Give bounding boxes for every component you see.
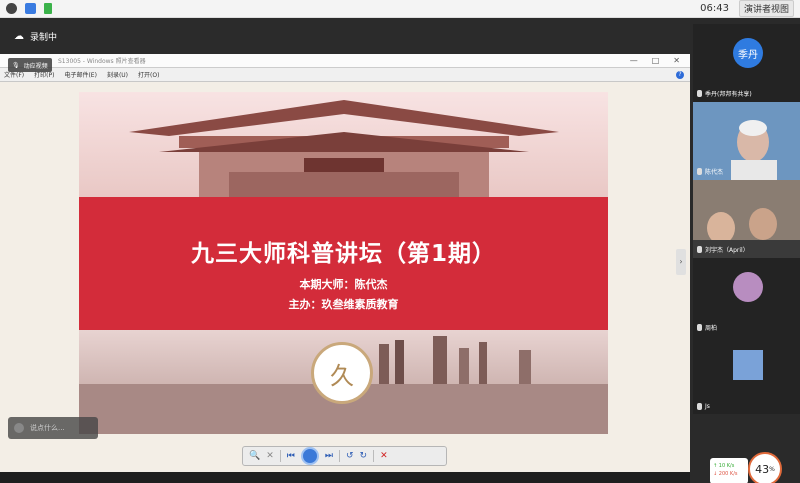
slide-host-line: 主办：玖叁维素质教育: [288, 298, 399, 311]
participant-name-tag: 周柏: [697, 323, 717, 332]
participant-tile[interactable]: 陈代杰: [693, 102, 800, 180]
participant-name: 刘宇杰（April）: [705, 247, 749, 254]
system-status-right: 06:43 演讲者视图: [700, 0, 794, 17]
photo-viewer-window: S13005 - Windows 照片查看器 — □ ✕ 文件(F) 打印(P)…: [0, 54, 690, 472]
slide-speaker-line: 本期大师：陈代杰: [299, 278, 388, 291]
menu-open[interactable]: 打开(O): [138, 70, 159, 79]
collapse-panel-handle[interactable]: ›: [676, 249, 686, 275]
participant-name-tag: 陈代杰: [697, 167, 723, 176]
help-icon[interactable]: ?: [676, 70, 684, 79]
presenter-pill-label: 动应视频: [23, 62, 48, 70]
maximize-icon[interactable]: □: [652, 56, 660, 65]
mic-icon: [697, 90, 702, 97]
next-icon[interactable]: ⏭: [325, 451, 333, 461]
participant-name: 季丹(邦邦有共享): [705, 91, 752, 98]
network-speed: ↑ 10 K/s ↓ 200 K/s: [710, 458, 748, 483]
chat-placeholder: 说点什么...: [30, 424, 65, 432]
mic-icon: [697, 403, 702, 410]
chat-avatar-icon: [14, 423, 24, 433]
rotate-left-icon[interactable]: ↺: [346, 451, 354, 461]
toolbar-separator-3: [373, 450, 375, 462]
participant-name: 陈代杰: [705, 169, 724, 176]
mic-icon: [697, 168, 702, 175]
download-speed: ↓ 200 K/s: [713, 471, 738, 477]
cloud-icon: ☁: [14, 30, 24, 42]
organization-logo: 久: [311, 342, 373, 404]
participants-panel: 季丹 季丹(邦邦有共享) 陈代杰 刘宇杰（April） 周柏 Js ↑ 10 K…: [690, 18, 800, 483]
recording-status: 录制中: [30, 32, 58, 43]
bottom-strip: [0, 472, 690, 483]
cpu-usage-ring: 43%: [748, 452, 782, 483]
participant-tile[interactable]: 周柏: [693, 258, 800, 336]
participant-name-tag: Js: [697, 403, 710, 410]
window-controls: — □ ✕: [630, 56, 690, 65]
fit-window-icon[interactable]: ✕: [266, 451, 274, 461]
toolbar-separator-2: [338, 450, 340, 462]
chat-input[interactable]: 说点什么...: [8, 417, 98, 439]
recording-bar: ☁ 录制中: [0, 18, 690, 54]
delete-icon[interactable]: ✕: [380, 451, 388, 461]
usage-unit: %: [769, 465, 775, 473]
mic-icon: [697, 246, 702, 253]
previous-icon[interactable]: ⏮: [287, 451, 295, 461]
menu-burn[interactable]: 刻录(U): [107, 70, 128, 79]
app-logo-icon: [6, 3, 17, 14]
participant-name: 周柏: [705, 325, 718, 332]
window-title-bar: S13005 - Windows 照片查看器 — □ ✕: [0, 54, 690, 68]
view-mode-chip[interactable]: 演讲者视图: [738, 0, 794, 17]
participant-name-tag: 季丹(邦邦有共享): [697, 89, 752, 98]
minimize-icon[interactable]: —: [630, 56, 638, 65]
participant-tile[interactable]: 刘宇杰（April）: [693, 180, 800, 258]
participant-tile[interactable]: Js: [693, 336, 800, 414]
signal-icon: [44, 3, 52, 14]
participant-name: Js: [705, 403, 710, 410]
toolbar-separator: [279, 450, 281, 462]
menu-email[interactable]: 电子邮件(E): [64, 70, 96, 79]
slideshow-button[interactable]: [300, 447, 319, 465]
microphone-icon: 🎙: [12, 61, 20, 69]
system-status-bar: 06:43 演讲者视图: [0, 0, 800, 18]
avatar: [733, 272, 763, 302]
usage-percent: 43: [755, 462, 770, 476]
rotate-right-icon[interactable]: ↻: [360, 451, 368, 461]
avatar: [733, 350, 763, 380]
slide-title: 九三大师科普讲坛（第1期）: [190, 241, 496, 267]
clock: 06:43: [700, 3, 729, 14]
window-menu-bar: 文件(F) 打印(P) 电子邮件(E) 刻录(U) 打开(O) ?: [0, 68, 690, 82]
window-title: S13005 - Windows 照片查看器: [58, 58, 146, 65]
gate-tower-illustration: [129, 100, 559, 197]
slide: 九三大师科普讲坛（第1期） 本期大师：陈代杰 主办：玖叁维素质教育 久: [79, 92, 608, 434]
screen: 06:43 演讲者视图 ☁ 录制中 S13005 - Windows 照片查看器…: [0, 0, 800, 483]
viewer-toolbar: 🔍 ✕ ⏮ ⏭ ↺ ↻ ✕: [242, 446, 447, 466]
upload-speed: ↑ 10 K/s: [713, 463, 735, 469]
avatar: 季丹: [733, 38, 763, 68]
shield-icon: [25, 3, 36, 14]
slide-building-image: [79, 92, 608, 197]
presenter-pill[interactable]: 🎙 动应视频: [8, 58, 52, 72]
mic-icon: [697, 324, 702, 331]
zoom-icon[interactable]: 🔍: [249, 451, 260, 461]
participant-name-tag: 刘宇杰（April）: [697, 245, 749, 254]
close-icon[interactable]: ✕: [673, 56, 680, 65]
participant-tile[interactable]: 季丹 季丹(邦邦有共享): [693, 24, 800, 102]
logo-glyph: 久: [330, 361, 354, 390]
